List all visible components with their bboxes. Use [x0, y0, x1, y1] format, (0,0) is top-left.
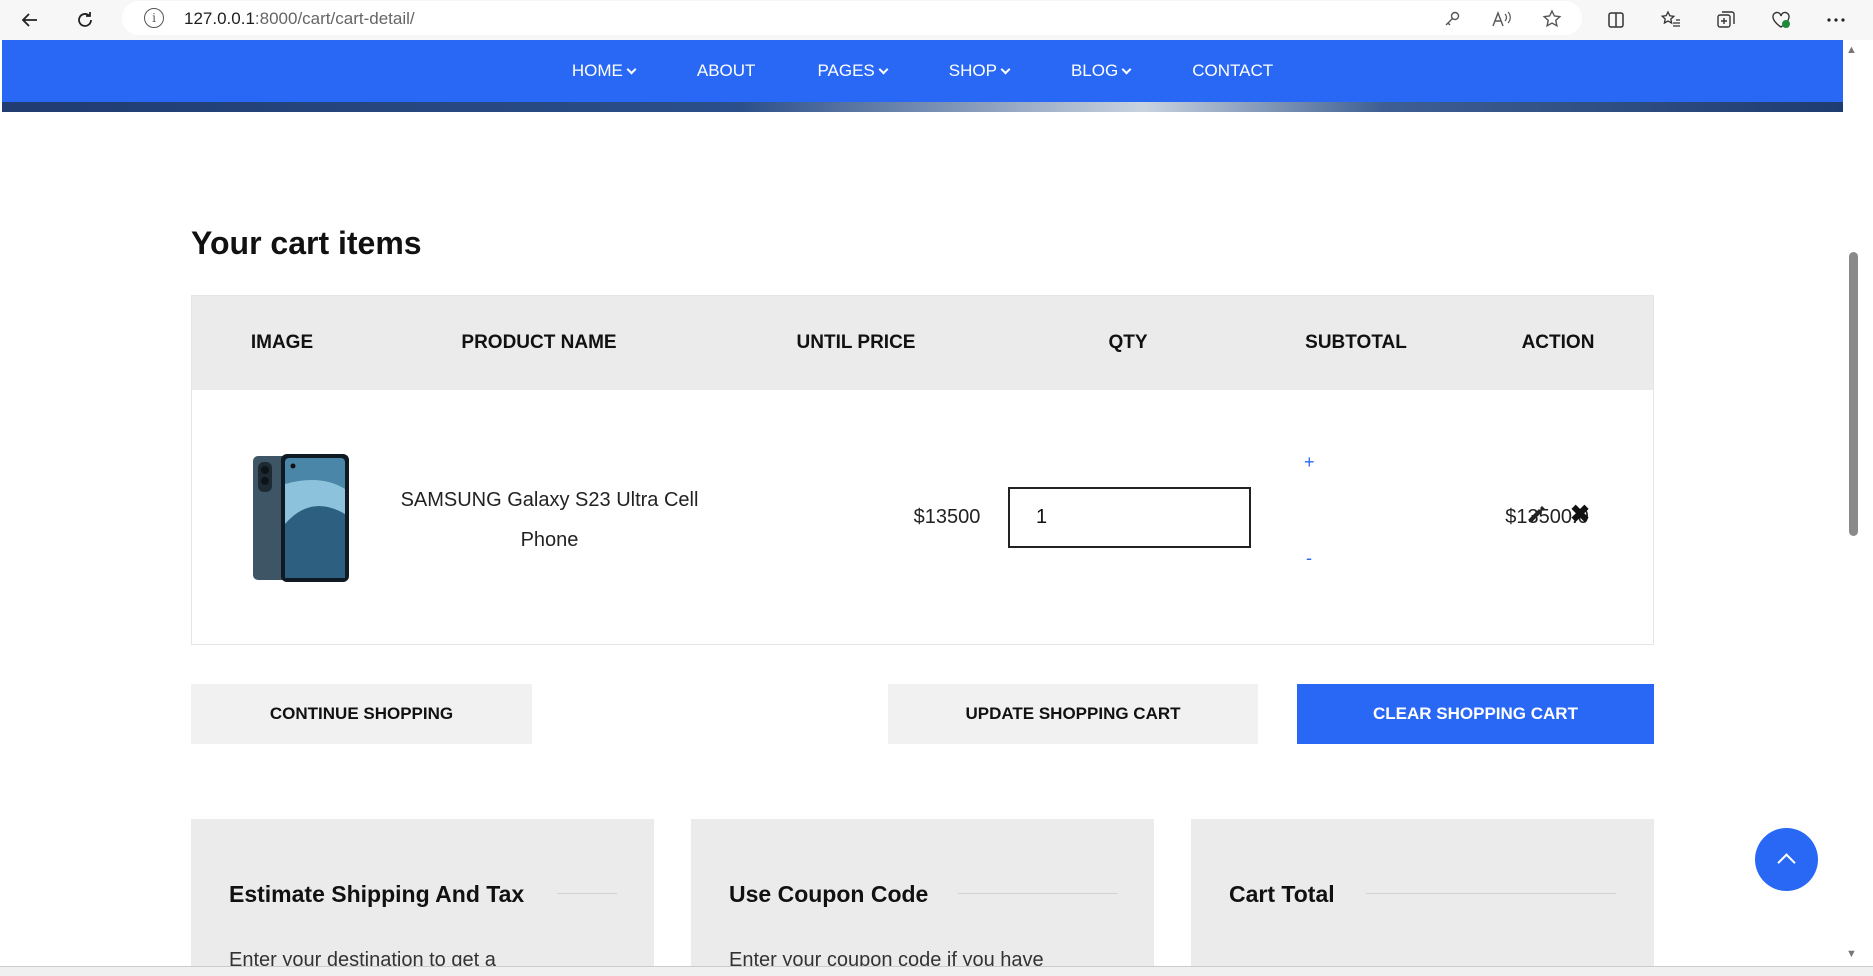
continue-shopping-button[interactable]: CONTINUE SHOPPING — [191, 684, 532, 744]
table-row: SAMSUNG Galaxy S23 Ultra Cell Phone $135… — [192, 390, 1653, 644]
chevron-down-icon — [878, 64, 889, 74]
scrollbar-thumb[interactable] — [1849, 252, 1858, 536]
nav-home[interactable]: HOME — [571, 61, 637, 81]
nav-about[interactable]: ABOUT — [697, 61, 756, 81]
scroll-down-icon[interactable]: ▼ — [1846, 948, 1857, 960]
title-divider — [958, 893, 1118, 894]
back-icon[interactable] — [14, 4, 46, 36]
chevron-down-icon — [1000, 64, 1011, 74]
read-aloud-icon[interactable] — [1490, 8, 1514, 30]
page-title: Your cart items — [191, 225, 422, 261]
address-bar[interactable]: i 127.0.0.1:8000/cart/cart-detail/ — [122, 1, 1582, 35]
more-options-icon[interactable] — [1820, 4, 1852, 36]
reload-icon[interactable] — [69, 4, 101, 36]
qty-decrease-button[interactable]: - — [1306, 548, 1312, 569]
header-action: ACTION — [1521, 332, 1595, 353]
favorites-icon[interactable] — [1655, 4, 1687, 36]
split-screen-icon[interactable] — [1600, 4, 1632, 36]
nav-contact-label: CONTACT — [1192, 61, 1274, 80]
cart-total-title: Cart Total — [1229, 881, 1335, 907]
qty-increase-button[interactable]: + — [1304, 452, 1315, 473]
nav-home-label: HOME — [571, 61, 623, 80]
coupon-panel-text: Enter your coupon code if you have — [729, 949, 1044, 966]
banner-strip — [2, 102, 1843, 112]
chevron-down-icon — [626, 64, 637, 74]
nav-shop[interactable]: SHOP — [948, 61, 1011, 81]
header-qty: QTY — [1108, 332, 1148, 353]
url-path: :8000/cart/cart-detail/ — [254, 9, 415, 28]
nav-blog[interactable]: BLOG — [1070, 61, 1132, 81]
table-header: IMAGE PRODUCT NAME UNTIL PRICE QTY SUBTO… — [192, 296, 1653, 390]
header-product-name: PRODUCT NAME — [461, 332, 617, 353]
cart-table: IMAGE PRODUCT NAME UNTIL PRICE QTY SUBTO… — [191, 295, 1654, 645]
header-unit-price: UNTIL PRICE — [796, 332, 916, 353]
coupon-panel-title: Use Coupon Code — [729, 881, 929, 907]
nav-about-label: ABOUT — [696, 61, 756, 80]
page-scrollbar[interactable] — [1843, 40, 1873, 966]
chevron-down-icon — [1121, 64, 1132, 74]
header-image: IMAGE — [250, 332, 314, 353]
update-cart-button[interactable]: UPDATE SHOPPING CART — [888, 684, 1258, 744]
collections-icon[interactable] — [1710, 4, 1742, 36]
site-info-icon[interactable]: i — [144, 8, 164, 28]
remove-item-icon[interactable]: ✖ — [1570, 500, 1590, 529]
coupon-panel: Use Coupon Code Enter your coupon code i… — [691, 819, 1154, 966]
nav-blog-label: BLOG — [1070, 61, 1119, 80]
arrow-up-icon — [1777, 853, 1796, 872]
window-bottom-edge — [0, 966, 1873, 976]
edit-pencil-icon[interactable] — [1525, 503, 1547, 525]
product-name[interactable]: SAMSUNG Galaxy S23 Ultra Cell Phone — [377, 480, 722, 560]
browser-toolbar: i 127.0.0.1:8000/cart/cart-detail/ — [0, 0, 1873, 40]
browser-essentials-icon[interactable] — [1765, 4, 1797, 36]
key-icon[interactable] — [1440, 8, 1464, 30]
nav-pages-label: PAGES — [817, 61, 875, 80]
shipping-tax-panel: Estimate Shipping And Tax Enter your des… — [191, 819, 654, 966]
scroll-to-top-button[interactable] — [1755, 828, 1818, 891]
shipping-panel-title: Estimate Shipping And Tax — [229, 881, 525, 907]
favorite-star-icon[interactable] — [1540, 8, 1564, 30]
scroll-up-icon[interactable]: ▲ — [1846, 44, 1857, 56]
clear-cart-button[interactable]: CLEAR SHOPPING CART — [1297, 684, 1654, 744]
url-host: 127.0.0.1 — [184, 9, 255, 28]
shipping-panel-text: Enter your destination to get a — [229, 949, 496, 966]
cart-total-panel: Cart Total — [1191, 819, 1654, 966]
main-nav: HOME ABOUT PAGES SHOP BLOG CONTACT — [2, 40, 1843, 102]
line-subtotal: $13500.0 — [1505, 506, 1589, 528]
product-image[interactable] — [251, 454, 351, 582]
header-subtotal: SUBTOTAL — [1305, 332, 1407, 353]
nav-pages[interactable]: PAGES — [817, 61, 889, 81]
title-divider — [557, 893, 617, 894]
nav-contact[interactable]: CONTACT — [1192, 61, 1273, 81]
title-divider — [1366, 893, 1616, 894]
url-text[interactable]: 127.0.0.1:8000/cart/cart-detail/ — [184, 9, 415, 29]
quantity-input[interactable] — [1008, 487, 1251, 548]
nav-shop-label: SHOP — [948, 61, 997, 80]
